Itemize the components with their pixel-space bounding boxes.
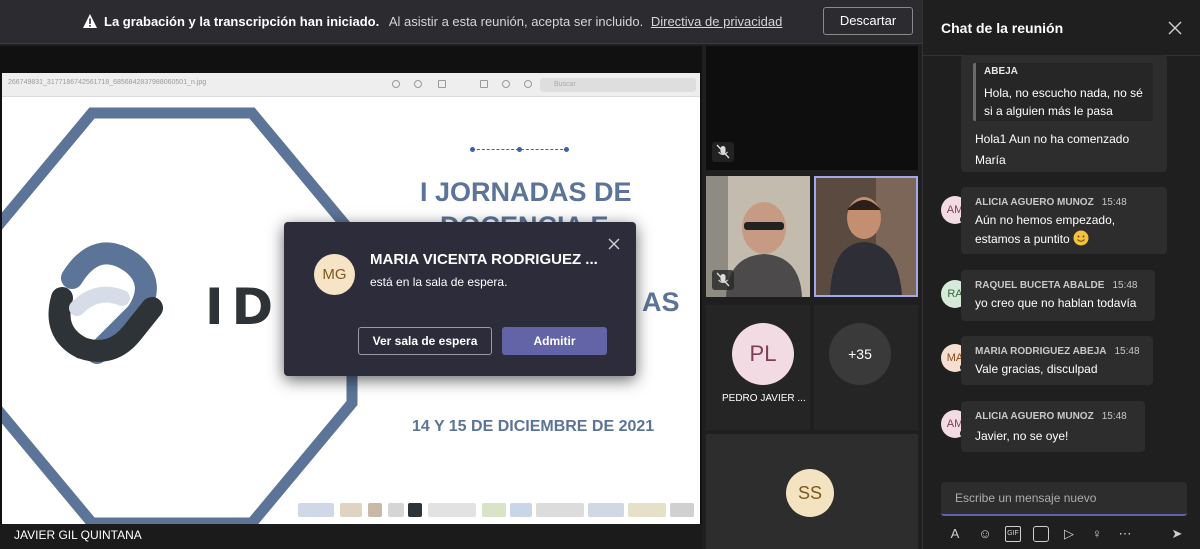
admit-button[interactable]: Admitir: [502, 327, 607, 355]
chat-message[interactable]: MARIA RODRIGUEZ ABEJA 15:48 Vale gracias,…: [961, 336, 1153, 385]
warning-icon: [83, 14, 97, 28]
close-icon[interactable]: [607, 237, 621, 251]
avatar: SS: [786, 469, 834, 517]
message-author: MARIA RODRIGUEZ ABEJA: [975, 346, 1107, 357]
sponsor-logo: [388, 503, 404, 517]
sponsor-logo: [670, 503, 694, 517]
participant-tile[interactable]: [706, 46, 918, 170]
sponsor-logo: [510, 503, 532, 517]
more-options-icon[interactable]: ⋯: [1117, 526, 1133, 542]
more-participants-count[interactable]: +35: [829, 323, 891, 385]
message-text: Aún no hemos empezado, estamos a puntito: [975, 211, 1155, 249]
message-time: 15:48: [1112, 280, 1138, 291]
meet-now-icon[interactable]: ▷: [1061, 526, 1077, 542]
message-composer-input[interactable]: Escribe un mensaje nuevo: [941, 482, 1187, 516]
viewer-search-field: Buscar: [540, 78, 696, 92]
banner-title: La grabación y la transcripción han inic…: [104, 14, 380, 29]
presenter-name: JAVIER GIL QUINTANA: [0, 524, 702, 549]
privacy-link[interactable]: Directiva de privacidad: [651, 14, 783, 29]
message-time: 15:48: [1101, 197, 1127, 208]
sponsor-logo: [628, 503, 666, 517]
sponsor-logo: [298, 503, 334, 517]
message-text-content: Aún no hemos empezado, estamos a puntito: [975, 213, 1116, 246]
handle: [470, 147, 475, 152]
sticker-icon[interactable]: [1033, 526, 1049, 542]
handle: [564, 147, 569, 152]
rotate-icon: [502, 80, 510, 88]
message-time: 15:48: [1101, 411, 1127, 422]
viewer-filename: 266749831_3177186742561718_6856842837988…: [8, 79, 207, 86]
format-icon[interactable]: A: [947, 526, 963, 542]
slide-dates: 14 Y 15 DE DICIEMBRE DE 2021: [412, 418, 655, 435]
send-icon[interactable]: ➤: [1169, 526, 1185, 542]
lobby-participant-name: MARIA VICENTA RODRIGUEZ ...: [370, 251, 598, 268]
share-icon: [438, 80, 446, 88]
gif-icon[interactable]: GIF: [1005, 526, 1021, 542]
emoji-icon[interactable]: ☺: [977, 526, 993, 542]
dismiss-button[interactable]: Descartar: [823, 7, 913, 35]
message-author: ALICIA AGUERO MUNOZ: [975, 197, 1094, 208]
handle: [517, 147, 522, 152]
chat-message[interactable]: RAQUEL BUCETA ABALDE 15:48 yo creo que no…: [961, 270, 1155, 321]
view-lobby-button[interactable]: Ver sala de espera: [358, 327, 492, 355]
id-logo-mark: [48, 242, 163, 364]
message-author: ALICIA AGUERO MUNOZ: [975, 411, 1094, 422]
chat-message[interactable]: ALICIA AGUERO MUNOZ 15:48 Javier, no se o…: [961, 401, 1145, 452]
markup-icon: [524, 80, 532, 88]
quoted-text: Hola, no escucho nada, no sé si a alguie…: [984, 86, 1143, 118]
message-text: Vale gracias, disculpad: [975, 362, 1098, 376]
banner-message: La grabación y la transcripción han inic…: [104, 14, 782, 29]
sponsor-logo: [408, 503, 422, 517]
quoted-reply: ABEJA Hola, no escucho nada, no sé si a …: [973, 63, 1153, 121]
lobby-notification: MG MARIA VICENTA RODRIGUEZ ... está en l…: [284, 222, 636, 376]
slide-title-line1: I JORNADAS DE: [420, 177, 632, 207]
selection-handles: [470, 147, 569, 155]
sponsor-logo: [588, 503, 624, 517]
message-text: Hola1 Aun no ha comenzado María: [975, 132, 1130, 167]
sponsor-logos: [298, 499, 698, 521]
composer-toolbar: A ☺ GIF ▷ ♀ ⋯ ➤: [941, 524, 1187, 544]
participant-tile-pl[interactable]: PL PEDRO JAVIER ...: [706, 305, 810, 430]
participant-name: PEDRO JAVIER ...: [722, 393, 806, 404]
meeting-chat-panel: Chat de la reunión ABEJA Hola, no escuch…: [922, 0, 1200, 549]
message-author: RAQUEL BUCETA ABALDE: [975, 280, 1105, 291]
participant-video-tile[interactable]: [706, 176, 810, 297]
chat-message[interactable]: ABEJA Hola, no escucho nada, no sé si a …: [961, 55, 1167, 172]
sponsor-logo: [536, 503, 584, 517]
sponsor-logo: [340, 503, 362, 517]
message-header: ALICIA AGUERO MUNOZ 15:48: [975, 197, 1127, 208]
message-header: RAQUEL BUCETA ABALDE 15:48: [975, 280, 1137, 291]
message-text: Javier, no se oye!: [975, 429, 1069, 443]
mic-off-icon: [712, 270, 734, 290]
lobby-status: está en la sala de espera.: [370, 275, 508, 289]
active-speaker-video-tile[interactable]: [814, 176, 918, 297]
chat-title: Chat de la reunión: [941, 20, 1064, 36]
avatar: PL: [732, 323, 794, 385]
praise-icon[interactable]: ♀: [1089, 526, 1105, 542]
mic-off-icon: [712, 142, 734, 162]
participant-video-feed: [816, 178, 916, 295]
image-viewer-toolbar: 266749831_3177186742561718_6856842837988…: [2, 73, 700, 97]
crop-icon: [480, 80, 488, 88]
avatar: MG: [314, 254, 355, 295]
sponsor-logo: [368, 503, 382, 517]
message-text: yo creo que no hablan todavía: [975, 296, 1137, 310]
close-icon[interactable]: [1168, 21, 1182, 35]
sponsor-logo: [482, 503, 506, 517]
message-header: MARIA RODRIGUEZ ABEJA 15:48: [975, 346, 1140, 357]
banner-subtitle: Al asistir a esta reunión, acepta ser in…: [388, 14, 644, 29]
message-header: ALICIA AGUERO MUNOZ 15:48: [975, 411, 1127, 422]
sponsor-logo: [428, 503, 476, 517]
message-time: 15:48: [1114, 346, 1140, 357]
chat-message[interactable]: ALICIA AGUERO MUNOZ 15:48 Aún no hemos em…: [961, 187, 1167, 254]
zoom-in-icon: [414, 80, 422, 88]
slide-title-fragment: AS: [642, 287, 680, 317]
zoom-out-icon: [392, 80, 400, 88]
more-participants-tile[interactable]: +35: [814, 305, 918, 430]
participant-tile-ss[interactable]: SS: [706, 434, 918, 549]
quoted-author: ABEJA: [984, 66, 1018, 77]
smile-emoji-icon: [1073, 230, 1089, 246]
recording-banner: La grabación y la transcripción han inic…: [0, 0, 922, 44]
logo-wordmark: ID: [205, 278, 282, 336]
